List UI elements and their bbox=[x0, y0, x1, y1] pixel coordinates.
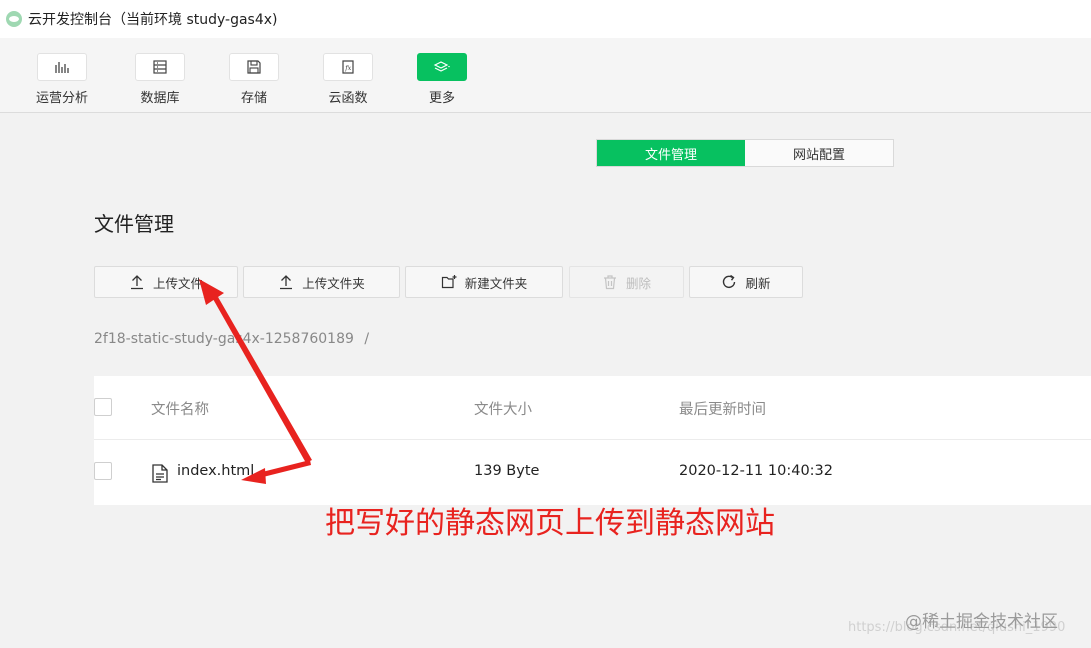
select-all-checkbox[interactable] bbox=[94, 398, 112, 416]
annotation-text: 把写好的静态网页上传到静态网站 bbox=[325, 506, 775, 541]
table-row[interactable]: index.html 139 Byte 2020-12-11 10:40:32 bbox=[94, 440, 1091, 504]
toolbar: 运营分析 数据库 存储 fx 云函数 更多 bbox=[0, 38, 1091, 113]
hosting-tabs: 文件管理 网站配置 bbox=[596, 139, 894, 167]
function-icon: fx bbox=[323, 53, 373, 81]
upload-file-label: 上传文件 bbox=[152, 275, 203, 291]
toolbar-item-database[interactable]: 数据库 bbox=[115, 53, 205, 106]
svg-text:fx: fx bbox=[344, 64, 351, 72]
upload-folder-label: 上传文件夹 bbox=[302, 275, 365, 291]
refresh-icon bbox=[723, 274, 736, 288]
file-updated-time: 2020-12-11 10:40:32 bbox=[679, 463, 833, 479]
column-header-updated: 最后更新时间 bbox=[679, 402, 766, 418]
table-header: 文件名称 文件大小 最后更新时间 bbox=[94, 376, 1091, 440]
page-title: 文件管理 bbox=[94, 212, 174, 236]
upload-icon bbox=[280, 275, 293, 290]
title-bar: 云开发控制台（当前环境 study-gas4x) bbox=[0, 0, 1091, 38]
file-table: 文件名称 文件大小 最后更新时间 index.html 139 Byte 202… bbox=[94, 376, 1091, 505]
toolbar-label-database: 数据库 bbox=[140, 91, 180, 106]
tab-site-config[interactable]: 网站配置 bbox=[745, 140, 893, 166]
toolbar-label-more: 更多 bbox=[428, 91, 455, 106]
upload-file-button[interactable]: 上传文件 bbox=[94, 266, 238, 298]
toolbar-label-cloud-function: 云函数 bbox=[328, 91, 368, 106]
breadcrumb: 2f18-static-study-gas4x-1258760189 / bbox=[94, 331, 369, 347]
toolbar-item-analytics[interactable]: 运营分析 bbox=[17, 53, 107, 106]
file-name-link[interactable]: index.html bbox=[177, 463, 254, 479]
refresh-button[interactable]: 刷新 bbox=[689, 266, 803, 298]
delete-button[interactable]: 删除 bbox=[569, 266, 684, 298]
new-folder-button[interactable]: 新建文件夹 bbox=[405, 266, 563, 298]
toolbar-item-more[interactable]: 更多 bbox=[397, 53, 487, 106]
breadcrumb-separator: / bbox=[364, 331, 370, 347]
database-icon bbox=[135, 53, 185, 81]
breadcrumb-path[interactable]: 2f18-static-study-gas4x-1258760189 bbox=[94, 331, 354, 347]
tab-file-management[interactable]: 文件管理 bbox=[597, 140, 745, 166]
toolbar-item-storage[interactable]: 存储 bbox=[209, 53, 299, 106]
upload-icon bbox=[130, 275, 143, 290]
column-header-name: 文件名称 bbox=[151, 402, 209, 418]
new-folder-icon bbox=[441, 275, 457, 289]
row-checkbox[interactable] bbox=[94, 462, 112, 480]
delete-label: 删除 bbox=[625, 275, 651, 291]
toolbar-label-analytics: 运营分析 bbox=[35, 91, 88, 106]
file-icon bbox=[152, 464, 168, 483]
column-header-size: 文件大小 bbox=[474, 402, 532, 418]
trash-icon bbox=[603, 275, 616, 290]
file-size: 139 Byte bbox=[474, 463, 540, 479]
window-title: 云开发控制台（当前环境 study-gas4x) bbox=[28, 12, 278, 28]
toolbar-label-storage: 存储 bbox=[240, 91, 267, 106]
upload-folder-button[interactable]: 上传文件夹 bbox=[243, 266, 400, 298]
layers-icon bbox=[417, 53, 467, 81]
new-folder-label: 新建文件夹 bbox=[464, 275, 528, 291]
toolbar-item-cloud-function[interactable]: fx 云函数 bbox=[303, 53, 393, 106]
bar-chart-icon bbox=[37, 53, 87, 81]
watermark: @稀土掘金技术社区 bbox=[905, 612, 1058, 632]
storage-icon bbox=[229, 53, 279, 81]
refresh-label: 刷新 bbox=[745, 275, 771, 291]
wechat-devtools-logo-icon bbox=[6, 11, 22, 27]
